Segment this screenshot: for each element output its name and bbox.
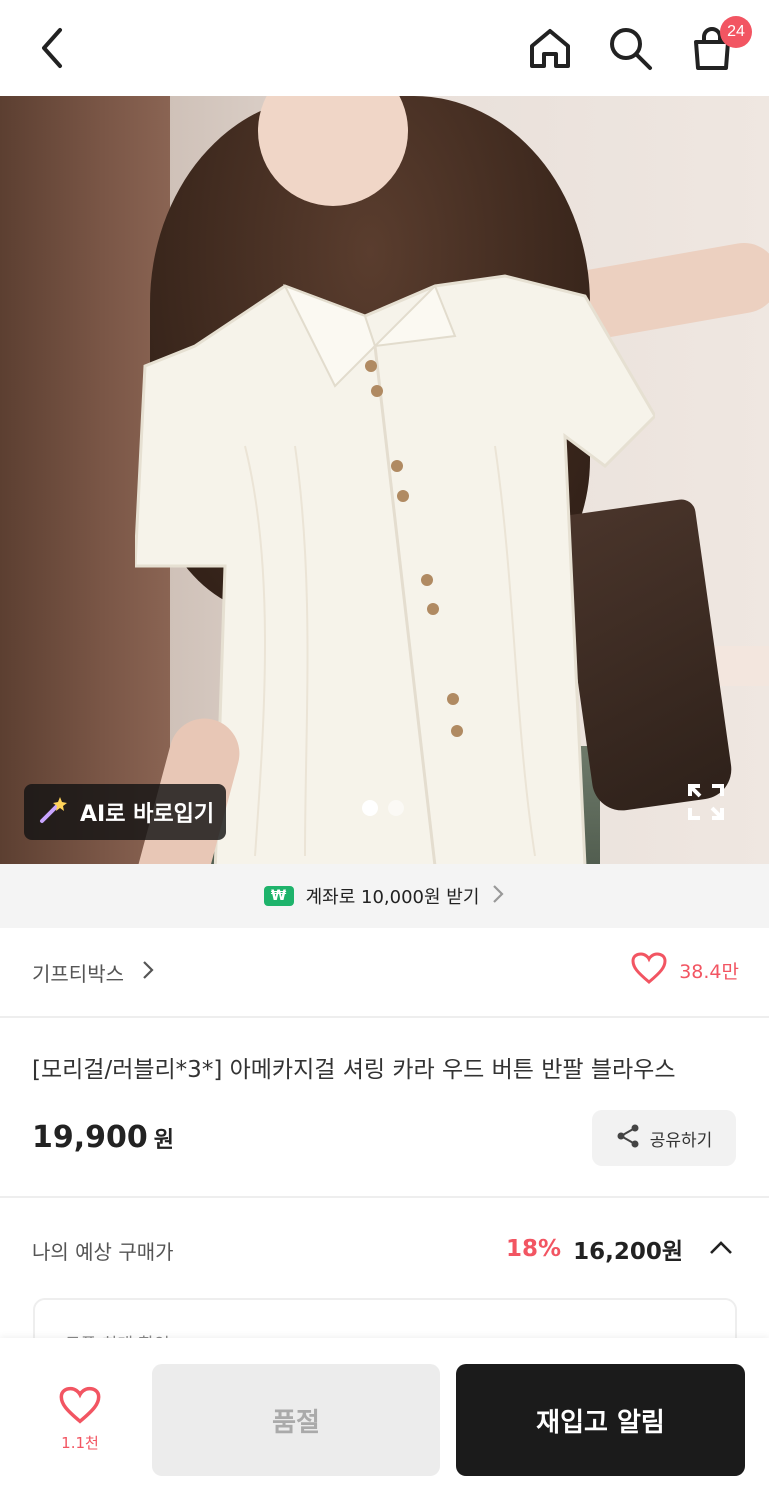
like-button[interactable]: 38.4만	[631, 952, 739, 989]
like-count: 38.4만	[679, 961, 739, 983]
price-value: 19,900	[32, 1120, 148, 1155]
discount-percent: 18%	[506, 1236, 562, 1262]
magic-wand-icon	[38, 793, 70, 831]
banner-text: 계좌로 10,000원 받기	[305, 887, 480, 908]
top-bar: 24	[0, 0, 769, 96]
ai-try-on-label: AI로 바로입기	[80, 802, 215, 827]
fullscreen-expand-icon[interactable]	[686, 782, 726, 822]
brand-row: 기프티박스 38.4만	[0, 928, 769, 1018]
home-icon[interactable]	[522, 20, 578, 76]
back-arrow-icon[interactable]	[24, 20, 80, 76]
expected-price-label: 나의 예상 구매가	[32, 1240, 174, 1264]
wish-count: 1.1천	[61, 1434, 99, 1452]
share-button[interactable]: 공유하기	[592, 1110, 736, 1166]
carousel-dot[interactable]	[388, 800, 404, 816]
divider	[0, 1196, 769, 1198]
heart-outline-icon	[59, 1386, 101, 1428]
chevron-right-icon	[142, 960, 154, 985]
carousel-indicator	[362, 800, 404, 816]
soldout-button: 품절	[152, 1364, 440, 1476]
expected-price-value: 16,200원	[573, 1239, 683, 1265]
account-reward-banner[interactable]: ₩ 계좌로 10,000원 받기	[0, 864, 769, 928]
search-icon[interactable]	[602, 20, 658, 76]
expected-price-toggle[interactable]: 18% 16,200원	[506, 1232, 733, 1266]
ai-try-on-button[interactable]: AI로 바로입기	[24, 784, 226, 840]
product-title: [모리걸/러블리*3*] 아메카지걸 셔링 카라 우드 버튼 반팔 블라우스	[32, 1057, 676, 1083]
bottom-action-bar: 1.1천 품절 재입고 알림	[0, 1338, 769, 1500]
share-icon	[616, 1123, 640, 1154]
product-price: 19,900 원	[32, 1120, 174, 1155]
carousel-dot[interactable]	[362, 800, 378, 816]
chevron-up-icon	[709, 1236, 733, 1262]
won-badge-icon: ₩	[263, 886, 294, 906]
heart-outline-icon	[631, 952, 667, 989]
product-image[interactable]	[0, 96, 769, 864]
chevron-right-icon	[491, 883, 505, 910]
price-unit: 원	[153, 1128, 175, 1153]
restock-alert-button[interactable]: 재입고 알림	[456, 1364, 745, 1476]
wishlist-button[interactable]: 1.1천	[54, 1386, 106, 1453]
brand-name: 기프티박스	[32, 962, 124, 986]
brand-link[interactable]: 기프티박스	[32, 958, 154, 987]
cart-count-badge: 24	[720, 16, 752, 48]
share-label: 공유하기	[649, 1130, 713, 1151]
